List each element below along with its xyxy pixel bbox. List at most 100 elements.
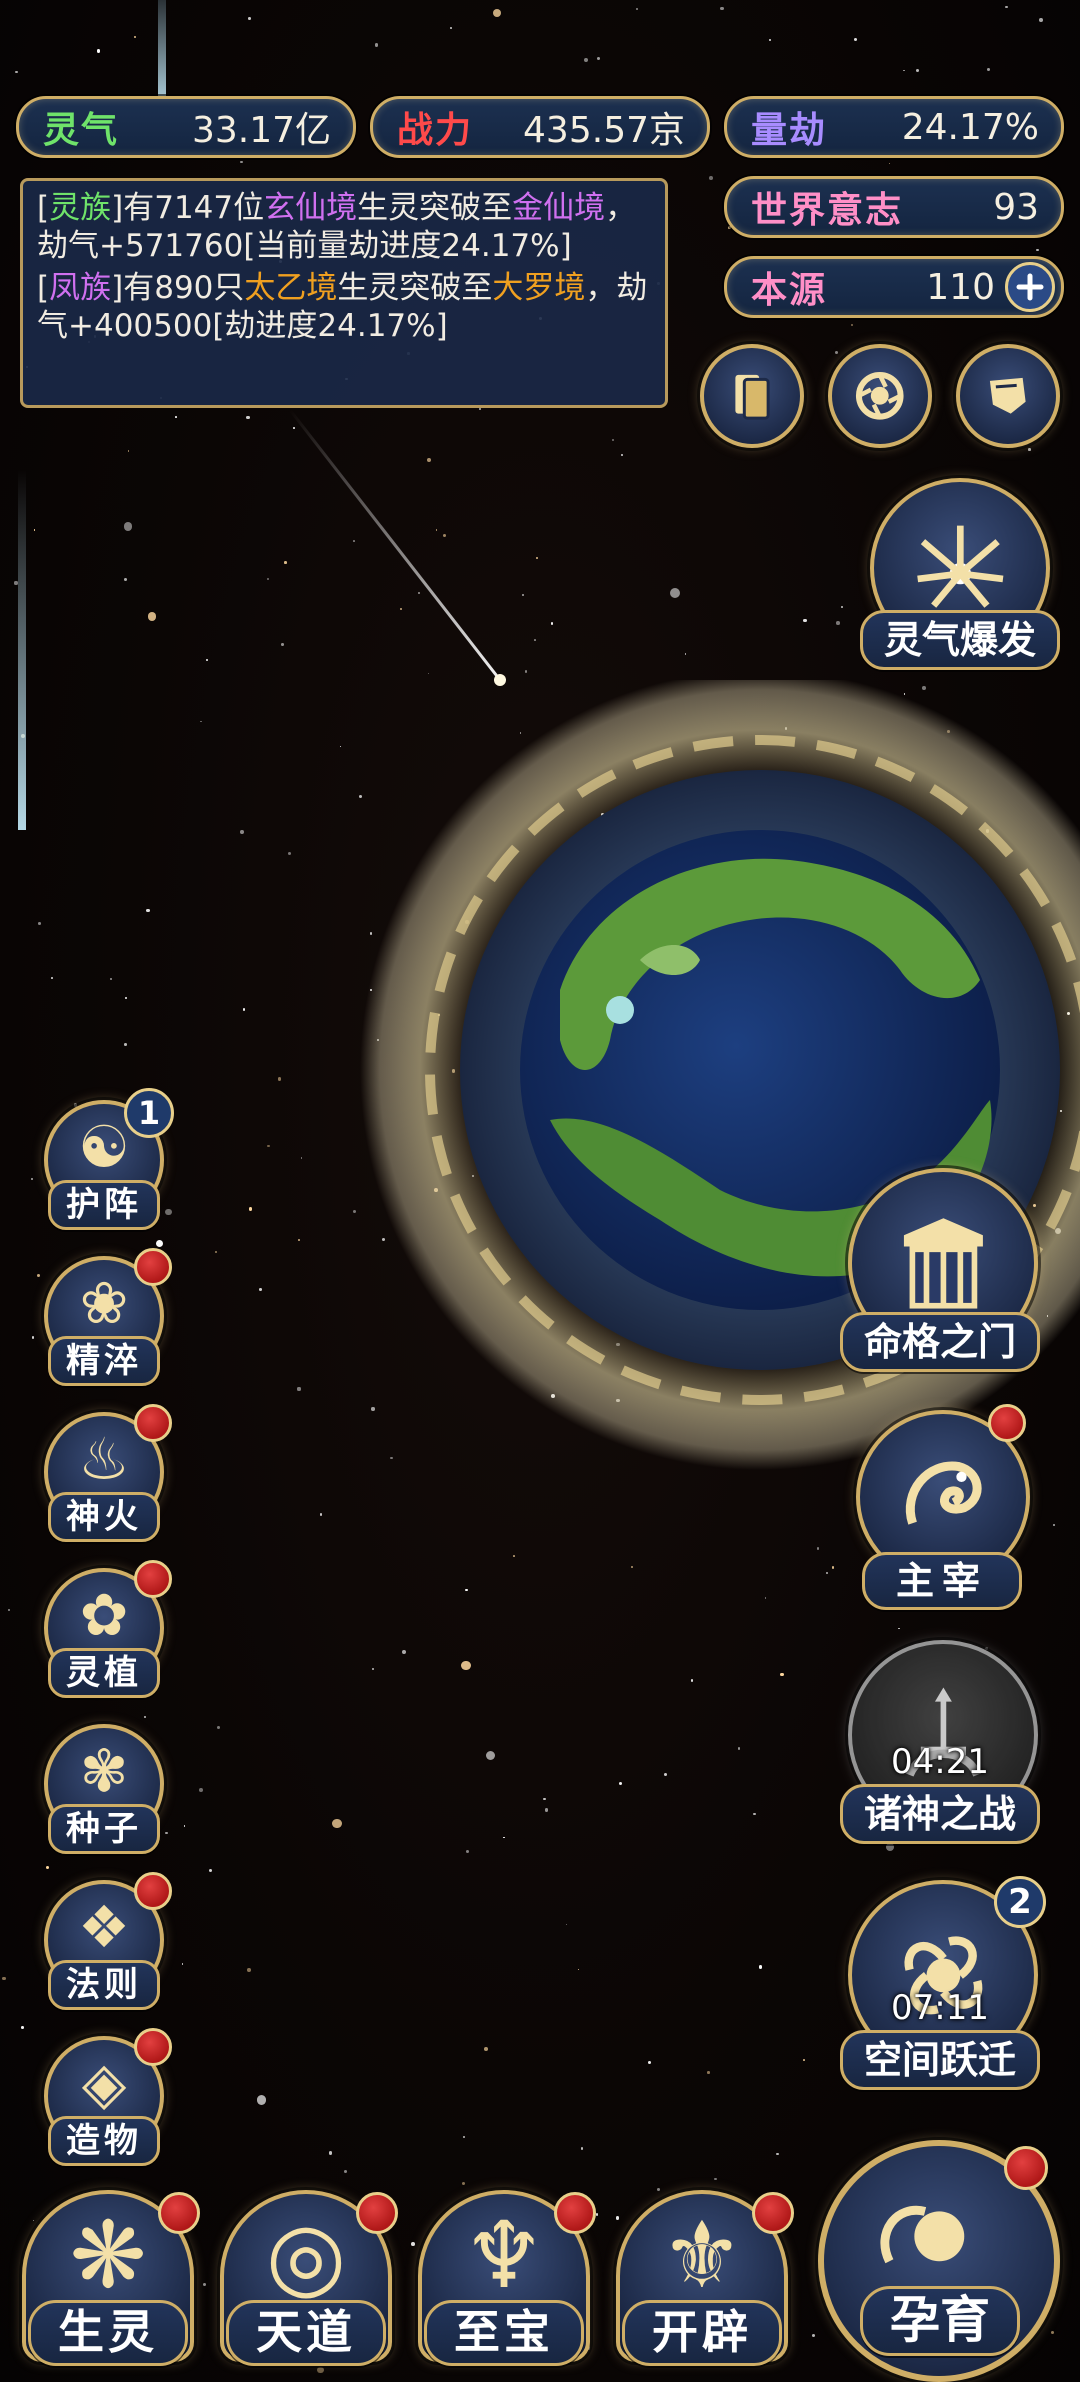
star — [707, 2071, 710, 2074]
star — [619, 1781, 623, 1785]
star — [258, 1288, 262, 1291]
dragon-icon — [905, 1461, 982, 1525]
star — [215, 1250, 218, 1253]
star — [248, 17, 251, 20]
left-menu-alert-dot — [134, 1248, 172, 1286]
star — [898, 1627, 900, 1630]
star — [247, 1968, 251, 1973]
benyuan-value: 110 — [926, 266, 995, 308]
master-label: 主宰 — [862, 1552, 1022, 1610]
star — [620, 453, 624, 457]
star — [240, 160, 243, 164]
star — [533, 639, 536, 641]
star — [902, 69, 905, 72]
lingqi-stat[interactable]: 灵气 33.17亿 — [16, 96, 356, 158]
bottom-nav-alert-dot — [554, 2192, 596, 2234]
portal-button[interactable] — [828, 344, 932, 448]
bottom-nav-alert-dot — [356, 2192, 398, 2234]
star — [165, 1831, 168, 1834]
master-alert-dot — [988, 1404, 1026, 1442]
log-realm-from: 太乙境 — [244, 270, 338, 306]
star — [780, 1672, 785, 1677]
star — [300, 1157, 303, 1159]
star — [886, 1843, 895, 1852]
left-menu-alert-dot — [134, 1872, 172, 1910]
plus-icon — [1016, 273, 1044, 301]
emblem-icon: ❋ — [69, 2202, 147, 2309]
star — [33, 528, 36, 531]
star — [836, 621, 840, 625]
vortex-icon — [856, 372, 904, 420]
star — [332, 1818, 342, 1829]
liangjie-value: 24.17% — [901, 106, 1039, 148]
star — [484, 2047, 488, 2052]
star — [411, 2241, 416, 2246]
star — [612, 439, 615, 441]
star — [202, 2283, 206, 2287]
left-menu-label: 精淬 — [48, 1336, 160, 1386]
star — [1039, 18, 1043, 23]
star — [512, 1554, 515, 1557]
star — [738, 1747, 741, 1750]
star — [647, 2060, 651, 2064]
emblem-icon: ✿ — [79, 1581, 129, 1649]
star — [31, 1336, 35, 1339]
star — [352, 1209, 356, 1213]
star — [461, 1661, 471, 1671]
left-menu-label: 法则 — [48, 1960, 160, 2010]
star — [146, 908, 150, 912]
star — [776, 2152, 779, 2156]
star — [657, 2187, 661, 2191]
star — [1051, 2331, 1055, 2335]
log-realm-to: 大罗境 — [492, 270, 586, 306]
star — [205, 658, 208, 661]
log-realm-from: 玄仙境 — [264, 190, 358, 226]
left-menu-label: 种子 — [48, 1804, 160, 1854]
star — [147, 612, 157, 621]
star — [144, 1715, 147, 1718]
bottom-nav-alert-dot — [158, 2192, 200, 2234]
star — [708, 176, 713, 181]
star — [96, 49, 101, 53]
star — [277, 1077, 281, 1081]
star — [51, 977, 53, 979]
star — [15, 70, 18, 74]
world-will-stat[interactable]: 世界意志 93 — [724, 176, 1064, 238]
left-menu-label: 造物 — [48, 2116, 160, 2166]
star — [1028, 448, 1031, 451]
star — [181, 1963, 184, 1965]
emblem-icon: ◎ — [265, 2202, 347, 2309]
star — [465, 1849, 470, 1853]
star — [319, 1513, 323, 1516]
star — [615, 2216, 620, 2220]
emblem-icon: ♨ — [78, 1425, 130, 1493]
left-menu-label: 护阵 — [48, 1180, 160, 1230]
star — [2, 1976, 6, 1981]
star — [663, 1773, 667, 1777]
scroll-button[interactable] — [956, 344, 1060, 448]
add-benyuan-button[interactable] — [1005, 262, 1055, 312]
star — [764, 1597, 767, 1599]
star — [631, 1566, 634, 1569]
star — [811, 2334, 815, 2338]
left-menu-alert-dot — [134, 1404, 172, 1442]
star — [36, 1274, 40, 1278]
light-beam — [18, 470, 26, 830]
nurture-alert-dot — [1004, 2146, 1048, 2190]
star — [183, 1825, 186, 1827]
star — [465, 1589, 468, 1592]
star — [915, 68, 920, 72]
star — [246, 415, 251, 420]
cards-icon — [735, 375, 770, 420]
left-menu-alert-dot — [134, 1560, 172, 1598]
star — [401, 1650, 406, 1655]
liangjie-stat[interactable]: 量劫 24.17% — [724, 96, 1064, 158]
emblem-icon: ⚜ — [660, 2202, 744, 2309]
cards-button[interactable] — [700, 344, 804, 448]
star — [502, 1836, 505, 1839]
star — [328, 2151, 332, 2155]
benyuan-stat[interactable]: 本源 110 — [724, 256, 1064, 318]
log-tribe: 灵族 — [49, 190, 112, 226]
zhanli-stat[interactable]: 战力 435.57京 — [370, 96, 710, 158]
star — [840, 605, 843, 608]
